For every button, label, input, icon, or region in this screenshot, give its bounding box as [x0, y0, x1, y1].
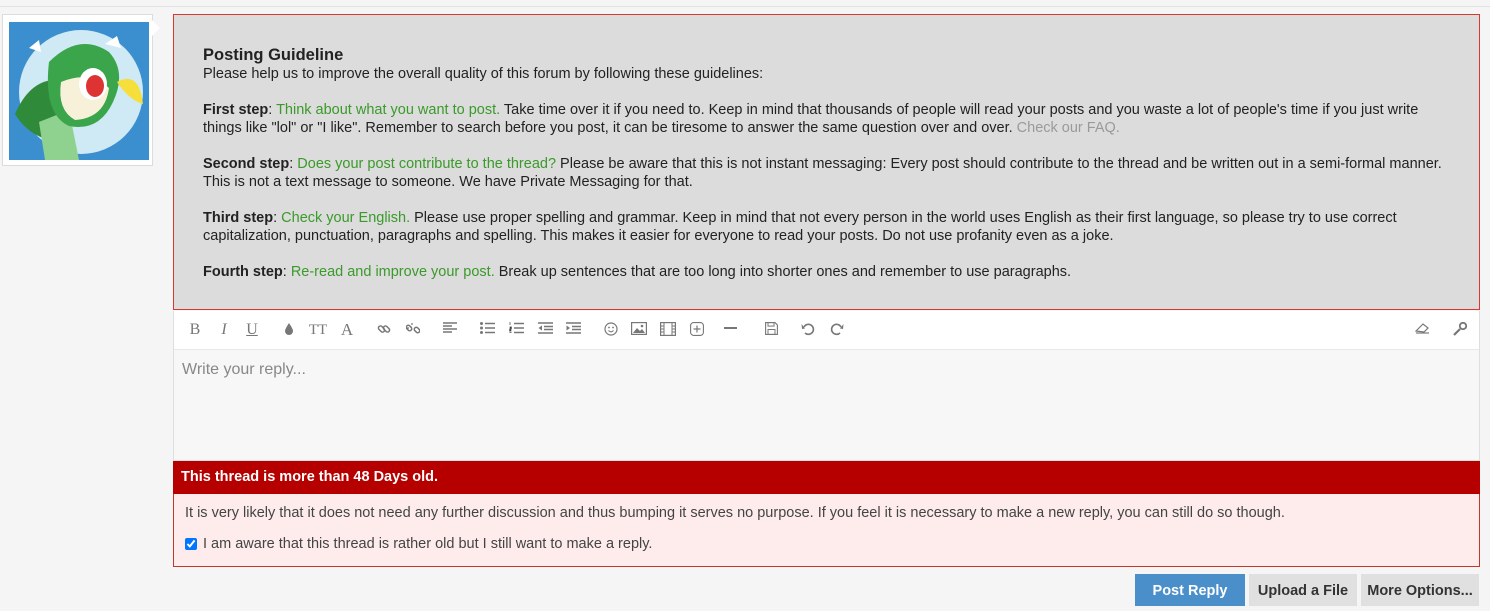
step-label: Third step — [203, 210, 274, 226]
unlink-icon — [406, 323, 420, 334]
insert-more-button[interactable] — [686, 320, 708, 340]
editor-toolbar: B I U TT A — [174, 311, 1479, 350]
old-thread-warning: It is very likely that it does not need … — [173, 494, 1480, 567]
step-separator: : — [268, 102, 277, 118]
align-button[interactable] — [439, 320, 461, 340]
guideline-intro: Please help us to improve the overall qu… — [203, 66, 764, 82]
top-divider — [0, 6, 1490, 7]
reply-input[interactable] — [174, 350, 1479, 460]
user-avatar-frame — [2, 14, 153, 166]
outdent-icon — [537, 322, 553, 334]
upload-file-button[interactable]: Upload a File — [1249, 574, 1357, 606]
save-draft-button[interactable] — [760, 320, 782, 340]
step-label: Second step — [203, 156, 290, 172]
numbered-list-button[interactable] — [505, 320, 527, 340]
step-highlight: Does your post contribute to the thread? — [297, 156, 557, 172]
font-family-button[interactable]: A — [336, 320, 358, 340]
old-thread-acknowledge[interactable]: I am aware that this thread is rather ol… — [185, 536, 652, 552]
guideline-step-4: Fourth step: Re-read and improve your po… — [203, 263, 1450, 281]
link-icon — [377, 325, 391, 333]
old-thread-warning-title: This thread is more than 48 Days old. — [173, 461, 1480, 494]
step-highlight: Check your English. — [281, 210, 411, 226]
floppy-disk-icon — [764, 322, 778, 335]
text-color-button[interactable] — [278, 320, 300, 340]
wrench-icon — [1453, 322, 1467, 336]
film-icon — [660, 322, 676, 336]
bold-button[interactable]: B — [184, 320, 206, 340]
guideline-title: Posting Guideline — [203, 46, 344, 64]
redo-icon — [830, 323, 844, 336]
insert-link-button[interactable] — [373, 320, 395, 340]
insert-image-button[interactable] — [628, 320, 650, 340]
indent-icon — [565, 322, 581, 334]
bullet-list-button[interactable] — [476, 320, 498, 340]
indent-button[interactable] — [562, 320, 584, 340]
insert-media-button[interactable] — [657, 320, 679, 340]
font-size-button[interactable]: TT — [307, 320, 329, 340]
toggle-source-button[interactable] — [1449, 320, 1471, 340]
smilies-button[interactable] — [600, 320, 622, 340]
remove-link-button[interactable] — [402, 320, 424, 340]
step-separator: : — [273, 210, 282, 226]
step-highlight: Re-read and improve your post. — [290, 264, 495, 280]
bullet-list-icon — [479, 322, 495, 334]
horizontal-rule-icon — [723, 327, 737, 329]
acknowledge-checkbox[interactable] — [185, 538, 197, 550]
more-options-button[interactable]: More Options... — [1361, 574, 1479, 606]
italic-button[interactable]: I — [213, 320, 235, 340]
guideline-step-2: Second step: Does your post contribute t… — [203, 155, 1450, 191]
warning-message: It is very likely that it does not need … — [185, 505, 1285, 521]
step-highlight: Think about what you want to post. — [276, 102, 501, 118]
step-separator: : — [282, 264, 291, 280]
numbered-list-icon — [508, 322, 524, 334]
undo-icon — [801, 323, 815, 336]
underline-button[interactable]: U — [241, 320, 263, 340]
avatar[interactable] — [9, 22, 149, 160]
eraser-icon — [1414, 323, 1429, 334]
outdent-button[interactable] — [534, 320, 556, 340]
posting-guideline: Posting Guideline Please help us to impr… — [173, 14, 1480, 310]
avatar-pointer — [152, 20, 160, 36]
guideline-step-3: Third step: Check your English. Please u… — [203, 209, 1450, 245]
image-icon — [631, 322, 647, 335]
guideline-step-1: First step: Think about what you want to… — [203, 101, 1450, 137]
step-label: First step — [203, 102, 269, 118]
undo-button[interactable] — [797, 320, 819, 340]
align-left-icon — [443, 322, 457, 333]
step-label: Fourth step — [203, 264, 283, 280]
reply-editor: B I U TT A — [173, 311, 1480, 461]
redo-button[interactable] — [826, 320, 848, 340]
post-reply-button[interactable]: Post Reply — [1135, 574, 1245, 606]
acknowledge-label: I am aware that this thread is rather ol… — [203, 536, 653, 552]
smiley-icon — [604, 322, 618, 336]
faq-link[interactable]: Check our FAQ. — [1017, 120, 1120, 136]
horizontal-rule-button[interactable] — [719, 320, 741, 340]
remove-formatting-button[interactable] — [1411, 320, 1433, 340]
plus-box-icon — [690, 322, 704, 336]
step-text: Break up sentences that are too long int… — [494, 264, 1072, 280]
droplet-icon — [285, 323, 293, 335]
